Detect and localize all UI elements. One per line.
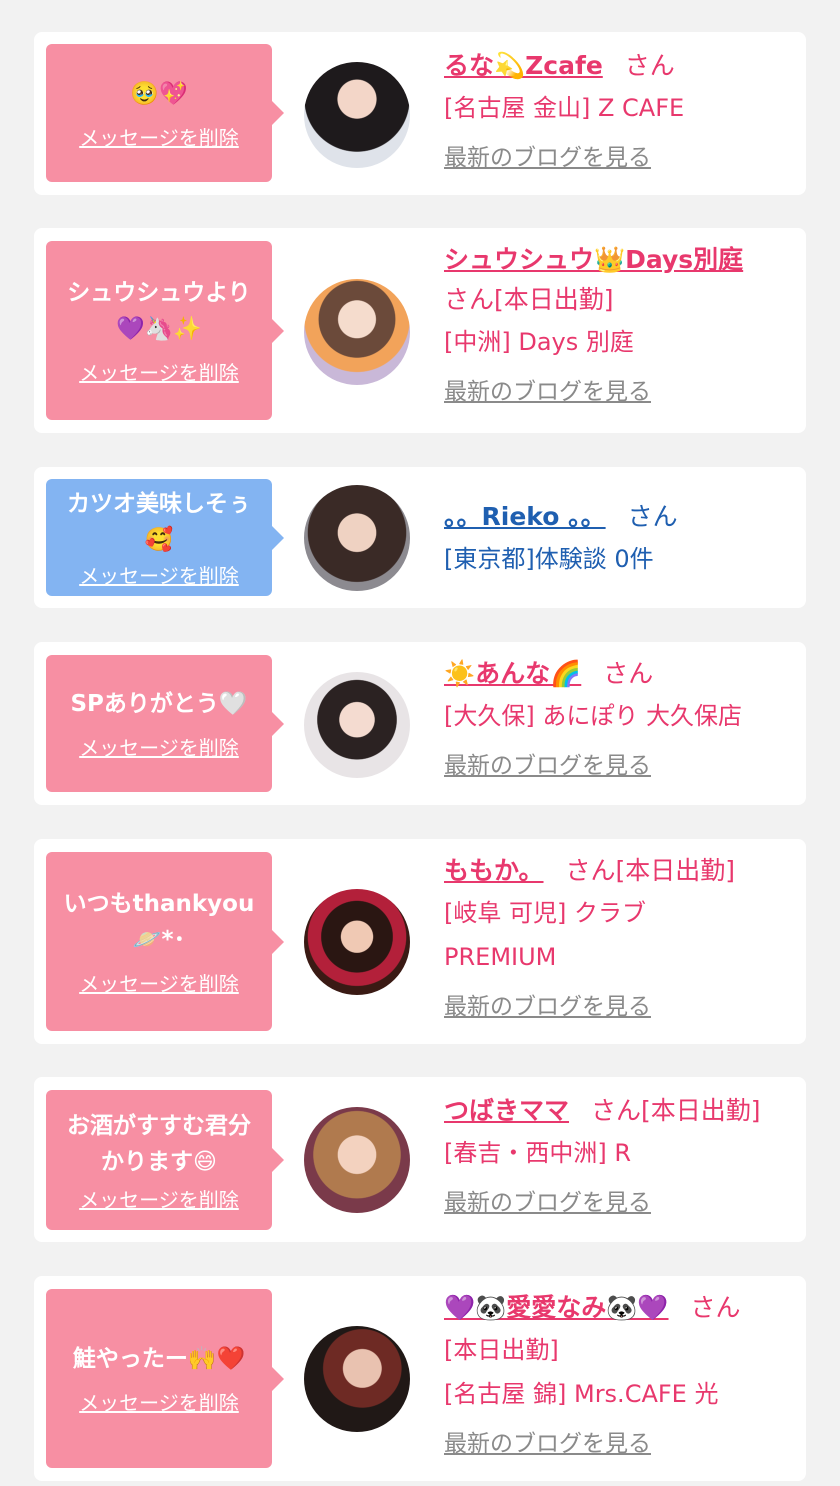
message-text: シュウシュウより 💜🦄✨ (67, 280, 251, 342)
honorific: さん[本日出勤] (565, 856, 736, 885)
message-bubble: 鮭やったー🙌❤️ メッセージを削除 (46, 1289, 284, 1468)
avatar[interactable] (304, 279, 410, 385)
message-card: 🥹💖 メッセージを削除 るな💫Zcafe さん [名古屋 金山] Z CAFE 最… (34, 32, 806, 195)
message-card: シュウシュウより 💜🦄✨ メッセージを削除 シュウシュウ👑Days別庭 さん[本… (34, 228, 806, 433)
message-text: お酒がすすむ君分 かります😄 (67, 1112, 251, 1175)
avatar[interactable] (304, 485, 410, 591)
review-count: [東京都]体験談 0件 (444, 545, 654, 573)
cast-info: 。。Rieko 。。 さん [東京都]体験談 0件 (444, 497, 794, 581)
delete-message-link[interactable]: メッセージを削除 (79, 357, 239, 386)
avatar[interactable] (304, 672, 410, 778)
message-card: お酒がすすむ君分 かります😄 メッセージを削除 つばきママ さん[本日出勤] [春… (34, 1077, 806, 1242)
message-text: SPありがとう🤍 (70, 691, 248, 717)
message-card: いつもthankyou 🪐*･ メッセージを削除 ももか。 さん[本日出勤] [岐… (34, 839, 806, 1044)
message-text: いつもthankyou 🪐*･ (63, 891, 255, 953)
message-bubble: シュウシュウより 💜🦄✨ メッセージを削除 (46, 241, 284, 420)
shop-line: [春吉・西中洲] R (444, 1139, 632, 1167)
shop-line: [中洲] Days 別庭 (444, 328, 634, 356)
latest-blog-link[interactable]: 最新のブログを見る (444, 746, 651, 780)
message-card: SPありがとう🤍 メッセージを削除 ☀️あんな🌈 さん [大久保] あにぽり 大久… (34, 642, 806, 805)
message-text: 🥹💖 (130, 80, 188, 107)
cast-name-link[interactable]: つばきママ (444, 1096, 569, 1125)
message-card: 鮭やったー🙌❤️ メッセージを削除 💜🐼愛愛なみ🐼💜 さん [本日出勤] [名古屋… (34, 1276, 806, 1481)
latest-blog-link[interactable]: 最新のブログを見る (444, 372, 651, 406)
shop-line: [名古屋 錦] Mrs.CAFE 光 (444, 1380, 719, 1408)
message-text: 鮭やったー🙌❤️ (72, 1346, 246, 1372)
delete-message-link[interactable]: メッセージを削除 (79, 1387, 239, 1416)
honorific: さん (603, 659, 654, 688)
honorific: さん[本日出勤] (444, 285, 614, 314)
avatar[interactable] (304, 1107, 410, 1213)
cast-info: つばきママ さん[本日出勤] [春吉・西中洲] R 最新のブログを見る (444, 1091, 794, 1217)
cast-info: ☀️あんな🌈 さん [大久保] あにぽり 大久保店 最新のブログを見る (444, 654, 794, 780)
cast-info: るな💫Zcafe さん [名古屋 金山] Z CAFE 最新のブログを見る (444, 46, 794, 172)
delete-message-link[interactable]: メッセージを削除 (79, 122, 239, 151)
delete-message-link[interactable]: メッセージを削除 (79, 732, 239, 761)
cast-info: 💜🐼愛愛なみ🐼💜 さん [本日出勤] [名古屋 錦] Mrs.CAFE 光 最新の… (444, 1288, 794, 1458)
message-bubble: SPありがとう🤍 メッセージを削除 (46, 655, 284, 792)
cast-name-link[interactable]: ☀️あんな🌈 (444, 659, 581, 688)
cast-name-link[interactable]: シュウシュウ👑Days別庭 (444, 245, 743, 274)
shop-line: [岐阜 可児] クラブ (444, 899, 646, 927)
cast-name-link[interactable]: ももか。 (444, 856, 544, 885)
message-bubble: カツオ美味しそぅ 🥰 メッセージを削除 (46, 479, 284, 596)
honorific: さん (690, 1293, 741, 1322)
message-text: カツオ美味しそぅ 🥰 (67, 491, 251, 553)
latest-blog-link[interactable]: 最新のブログを見る (444, 987, 651, 1021)
cast-info: ももか。 さん[本日出勤] [岐阜 可児] クラブ PREMIUM 最新のブログを… (444, 851, 794, 1021)
avatar[interactable] (304, 62, 410, 168)
cast-name-link[interactable]: 💜🐼愛愛なみ🐼💜 (444, 1293, 669, 1322)
honorific: さん (627, 502, 678, 531)
latest-blog-link[interactable]: 最新のブログを見る (444, 1424, 651, 1458)
shop-line: [大久保] あにぽり 大久保店 (444, 702, 742, 730)
latest-blog-link[interactable]: 最新のブログを見る (444, 1183, 651, 1217)
message-card: カツオ美味しそぅ 🥰 メッセージを削除 。。Rieko 。。 さん [東京都]体験… (34, 467, 806, 608)
avatar[interactable] (304, 1326, 410, 1432)
delete-message-link[interactable]: メッセージを削除 (79, 968, 239, 997)
honorific: さん[本日出勤] (591, 1096, 761, 1125)
avatar[interactable] (304, 889, 410, 995)
delete-message-link[interactable]: メッセージを削除 (79, 1184, 239, 1213)
honorific: さん (624, 51, 675, 80)
message-bubble: いつもthankyou 🪐*･ メッセージを削除 (46, 852, 284, 1031)
cast-info: シュウシュウ👑Days別庭 さん[本日出勤] [中洲] Days 別庭 最新のブ… (444, 240, 794, 406)
message-bubble: 🥹💖 メッセージを削除 (46, 44, 284, 182)
delete-message-link[interactable]: メッセージを削除 (79, 560, 239, 589)
status-line: [本日出勤] (444, 1336, 559, 1364)
message-bubble: お酒がすすむ君分 かります😄 メッセージを削除 (46, 1090, 284, 1230)
cast-name-link[interactable]: 。。Rieko 。。 (444, 502, 606, 531)
latest-blog-link[interactable]: 最新のブログを見る (444, 138, 651, 172)
cast-name-link[interactable]: るな💫Zcafe (444, 51, 603, 80)
shop-line: PREMIUM (444, 943, 557, 971)
shop-line: [名古屋 金山] Z CAFE (444, 94, 685, 122)
